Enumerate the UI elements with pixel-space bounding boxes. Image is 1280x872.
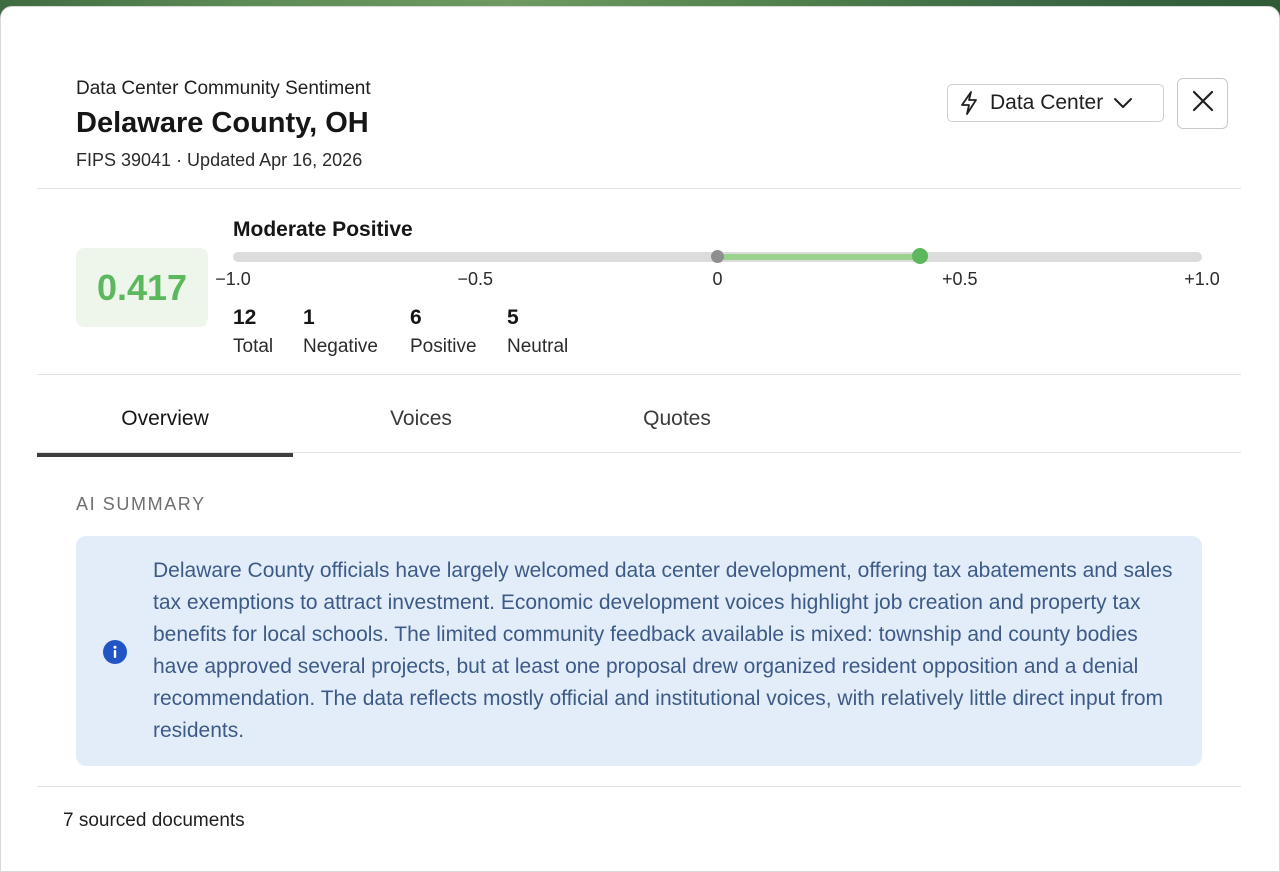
stat-value: 6 [410, 306, 422, 329]
scale-tick-label: +1.0 [1184, 269, 1220, 289]
stat-label: Neutral [507, 336, 569, 357]
dataset-label: Data Center [990, 91, 1104, 114]
chevron-down-icon [1113, 97, 1133, 109]
close-icon [1192, 90, 1214, 117]
scale-tick-label: −1.0 [215, 269, 251, 289]
tab-voices[interactable]: Voices [293, 381, 549, 457]
dataset-dropdown[interactable]: Data Center [947, 84, 1164, 122]
header-divider [37, 188, 1241, 189]
scale-score-marker [911, 248, 928, 264]
footer-divider [37, 786, 1241, 787]
stat-label: Total [233, 336, 274, 357]
active-tab-indicator [37, 453, 293, 457]
info-icon [102, 639, 128, 670]
tab-quotes[interactable]: Quotes [549, 381, 805, 457]
sentiment-modal: Data Center Community Sentiment Delaware… [0, 6, 1280, 872]
stat-value: 12 [233, 306, 257, 329]
stat-label: Negative [303, 336, 378, 357]
stat-label: Positive [410, 336, 477, 357]
lightning-icon [960, 91, 978, 115]
sentiment-score-badge: 0.417 [76, 248, 208, 327]
stat-value: 5 [507, 306, 519, 329]
scale-tick-label: +0.5 [941, 269, 978, 289]
section-heading: AI SUMMARY [76, 494, 206, 514]
scale-zero-marker [711, 250, 724, 263]
ai-summary-text: Delaware County officials have largely w… [153, 559, 1173, 742]
close-button[interactable] [1177, 78, 1228, 129]
county-title: Delaware County, OH [76, 107, 369, 139]
sentiment-scale-fill [717, 254, 920, 260]
tabs-divider [37, 452, 1241, 453]
scale-tick-label: −0.5 [457, 269, 494, 289]
modal-eyebrow: Data Center Community Sentiment [76, 78, 371, 99]
sources-count: 7 sourced documents [63, 810, 245, 831]
county-meta: FIPS 39041 · Updated Apr 16, 2026 [76, 150, 363, 170]
stat-value: 1 [303, 306, 315, 329]
ai-summary-box: Delaware County officials have largely w… [76, 536, 1202, 766]
stats-divider [37, 374, 1241, 375]
scale-tick-label: 0 [712, 269, 723, 289]
sentiment-level-label: Moderate Positive [233, 218, 413, 241]
tab-overview[interactable]: Overview [37, 381, 293, 457]
